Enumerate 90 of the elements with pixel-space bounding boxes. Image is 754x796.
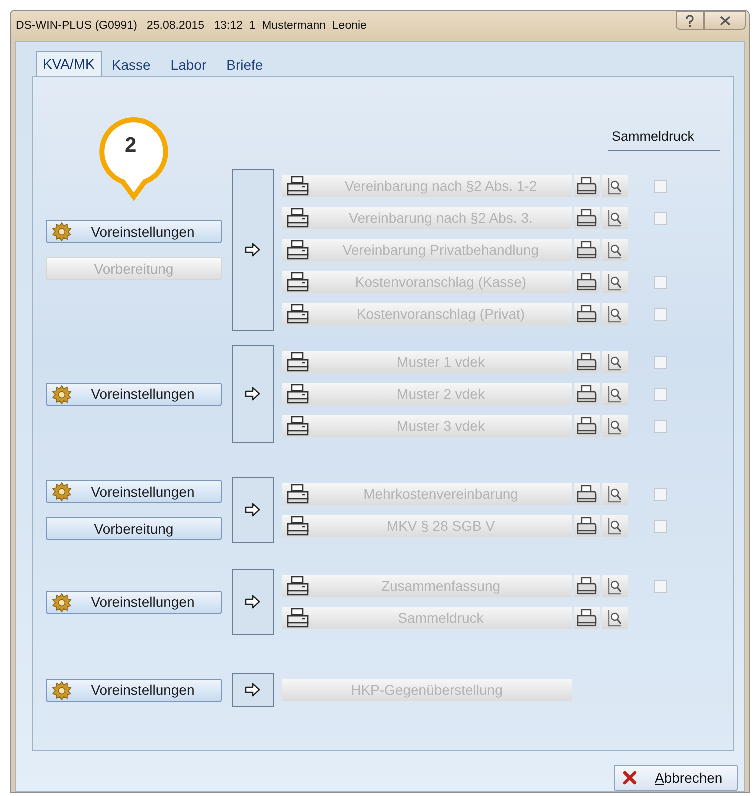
arrow-icon xyxy=(245,243,261,257)
print-button[interactable] xyxy=(574,351,600,373)
close-icon xyxy=(720,16,730,26)
print-button[interactable] xyxy=(574,271,600,293)
printer-icon xyxy=(577,417,597,435)
settings-button[interactable]: Voreinstellungen xyxy=(46,480,222,503)
close-icon xyxy=(623,771,637,785)
magnifier-page-icon xyxy=(607,305,623,323)
gear-icon xyxy=(52,222,72,242)
printer-icon xyxy=(286,416,310,436)
magnifier-page-icon xyxy=(607,609,623,627)
settings-button[interactable]: Voreinstellungen xyxy=(46,590,222,614)
preview-button[interactable] xyxy=(602,303,628,325)
preview-button[interactable] xyxy=(602,239,628,261)
printer-icon xyxy=(577,177,597,195)
printer-icon xyxy=(577,241,597,259)
print-button[interactable] xyxy=(574,175,600,197)
preview-button[interactable] xyxy=(602,175,628,197)
tab[interactable]: Labor xyxy=(160,55,217,76)
tab[interactable]: KVA/MK xyxy=(36,51,102,77)
tab[interactable]: Briefe xyxy=(216,55,274,76)
preview-button[interactable] xyxy=(602,515,628,537)
printer-icon xyxy=(577,385,597,403)
magnifier-page-icon xyxy=(607,353,623,371)
printer-icon xyxy=(577,305,597,323)
settings-button[interactable]: Voreinstellungen xyxy=(46,678,222,702)
printer-icon xyxy=(577,209,597,227)
preview-button[interactable] xyxy=(602,271,628,293)
printer-icon xyxy=(286,608,310,628)
printer-icon xyxy=(286,516,310,536)
magnifier-page-icon xyxy=(607,385,623,403)
magnifier-page-icon xyxy=(607,485,623,503)
magnifier-page-icon xyxy=(607,517,623,535)
printer-icon xyxy=(286,384,310,404)
printer-icon xyxy=(577,273,597,291)
prepare-button[interactable]: Vorbereitung xyxy=(46,517,222,540)
gear-icon xyxy=(52,482,72,502)
preview-button[interactable] xyxy=(602,351,628,373)
arrow-icon xyxy=(245,595,261,609)
print-button[interactable] xyxy=(574,239,600,261)
printer-icon xyxy=(577,609,597,627)
print-button[interactable] xyxy=(574,207,600,229)
print-button[interactable] xyxy=(574,483,600,505)
print-button[interactable] xyxy=(574,515,600,537)
settings-button[interactable]: Voreinstellungen xyxy=(46,220,222,243)
print-button[interactable] xyxy=(574,607,600,629)
printer-icon xyxy=(577,485,597,503)
printer-icon xyxy=(286,352,310,372)
printer-icon xyxy=(286,272,310,292)
printer-icon xyxy=(286,176,310,196)
close-button[interactable] xyxy=(704,11,746,30)
callout-number: 2 xyxy=(125,133,137,159)
window-title: DS-WIN-PLUS (G0991) 25.08.2015 13:12 1 Mustermann Leonie xyxy=(16,20,367,32)
cancel-button[interactable]: Abbrechen xyxy=(614,765,738,791)
print-button[interactable] xyxy=(574,303,600,325)
column-header: Sammeldruck xyxy=(608,129,720,151)
printer-icon xyxy=(577,517,597,535)
preview-button[interactable] xyxy=(602,575,628,597)
gear-icon xyxy=(52,384,72,404)
magnifier-page-icon xyxy=(607,241,623,259)
arrow-icon xyxy=(245,683,261,697)
printer-icon xyxy=(577,353,597,371)
printer-icon xyxy=(286,576,310,596)
arrow-icon xyxy=(245,503,261,517)
apply-arrow-button[interactable] xyxy=(232,673,274,707)
magnifier-page-icon xyxy=(607,209,623,227)
magnifier-page-icon xyxy=(607,177,623,195)
preview-button[interactable] xyxy=(602,207,628,229)
gear-icon xyxy=(52,680,72,700)
print-button[interactable] xyxy=(574,383,600,405)
preview-button[interactable] xyxy=(602,483,628,505)
arrow-icon xyxy=(245,387,261,401)
preview-button[interactable] xyxy=(602,383,628,405)
printer-icon xyxy=(286,240,310,260)
settings-button[interactable]: Voreinstellungen xyxy=(46,382,222,406)
printer-icon xyxy=(286,484,310,504)
printer-icon xyxy=(286,304,310,324)
printer-icon xyxy=(577,577,597,595)
magnifier-page-icon xyxy=(607,273,623,291)
magnifier-page-icon xyxy=(607,417,623,435)
preview-button[interactable] xyxy=(602,607,628,629)
print-button[interactable] xyxy=(574,415,600,437)
help-icon xyxy=(685,14,695,26)
gear-icon xyxy=(52,592,72,612)
printer-icon xyxy=(286,208,310,228)
help-button[interactable] xyxy=(676,11,704,30)
print-button[interactable] xyxy=(574,575,600,597)
preview-button[interactable] xyxy=(602,415,628,437)
tab[interactable]: Kasse xyxy=(102,55,161,76)
magnifier-page-icon xyxy=(607,577,623,595)
